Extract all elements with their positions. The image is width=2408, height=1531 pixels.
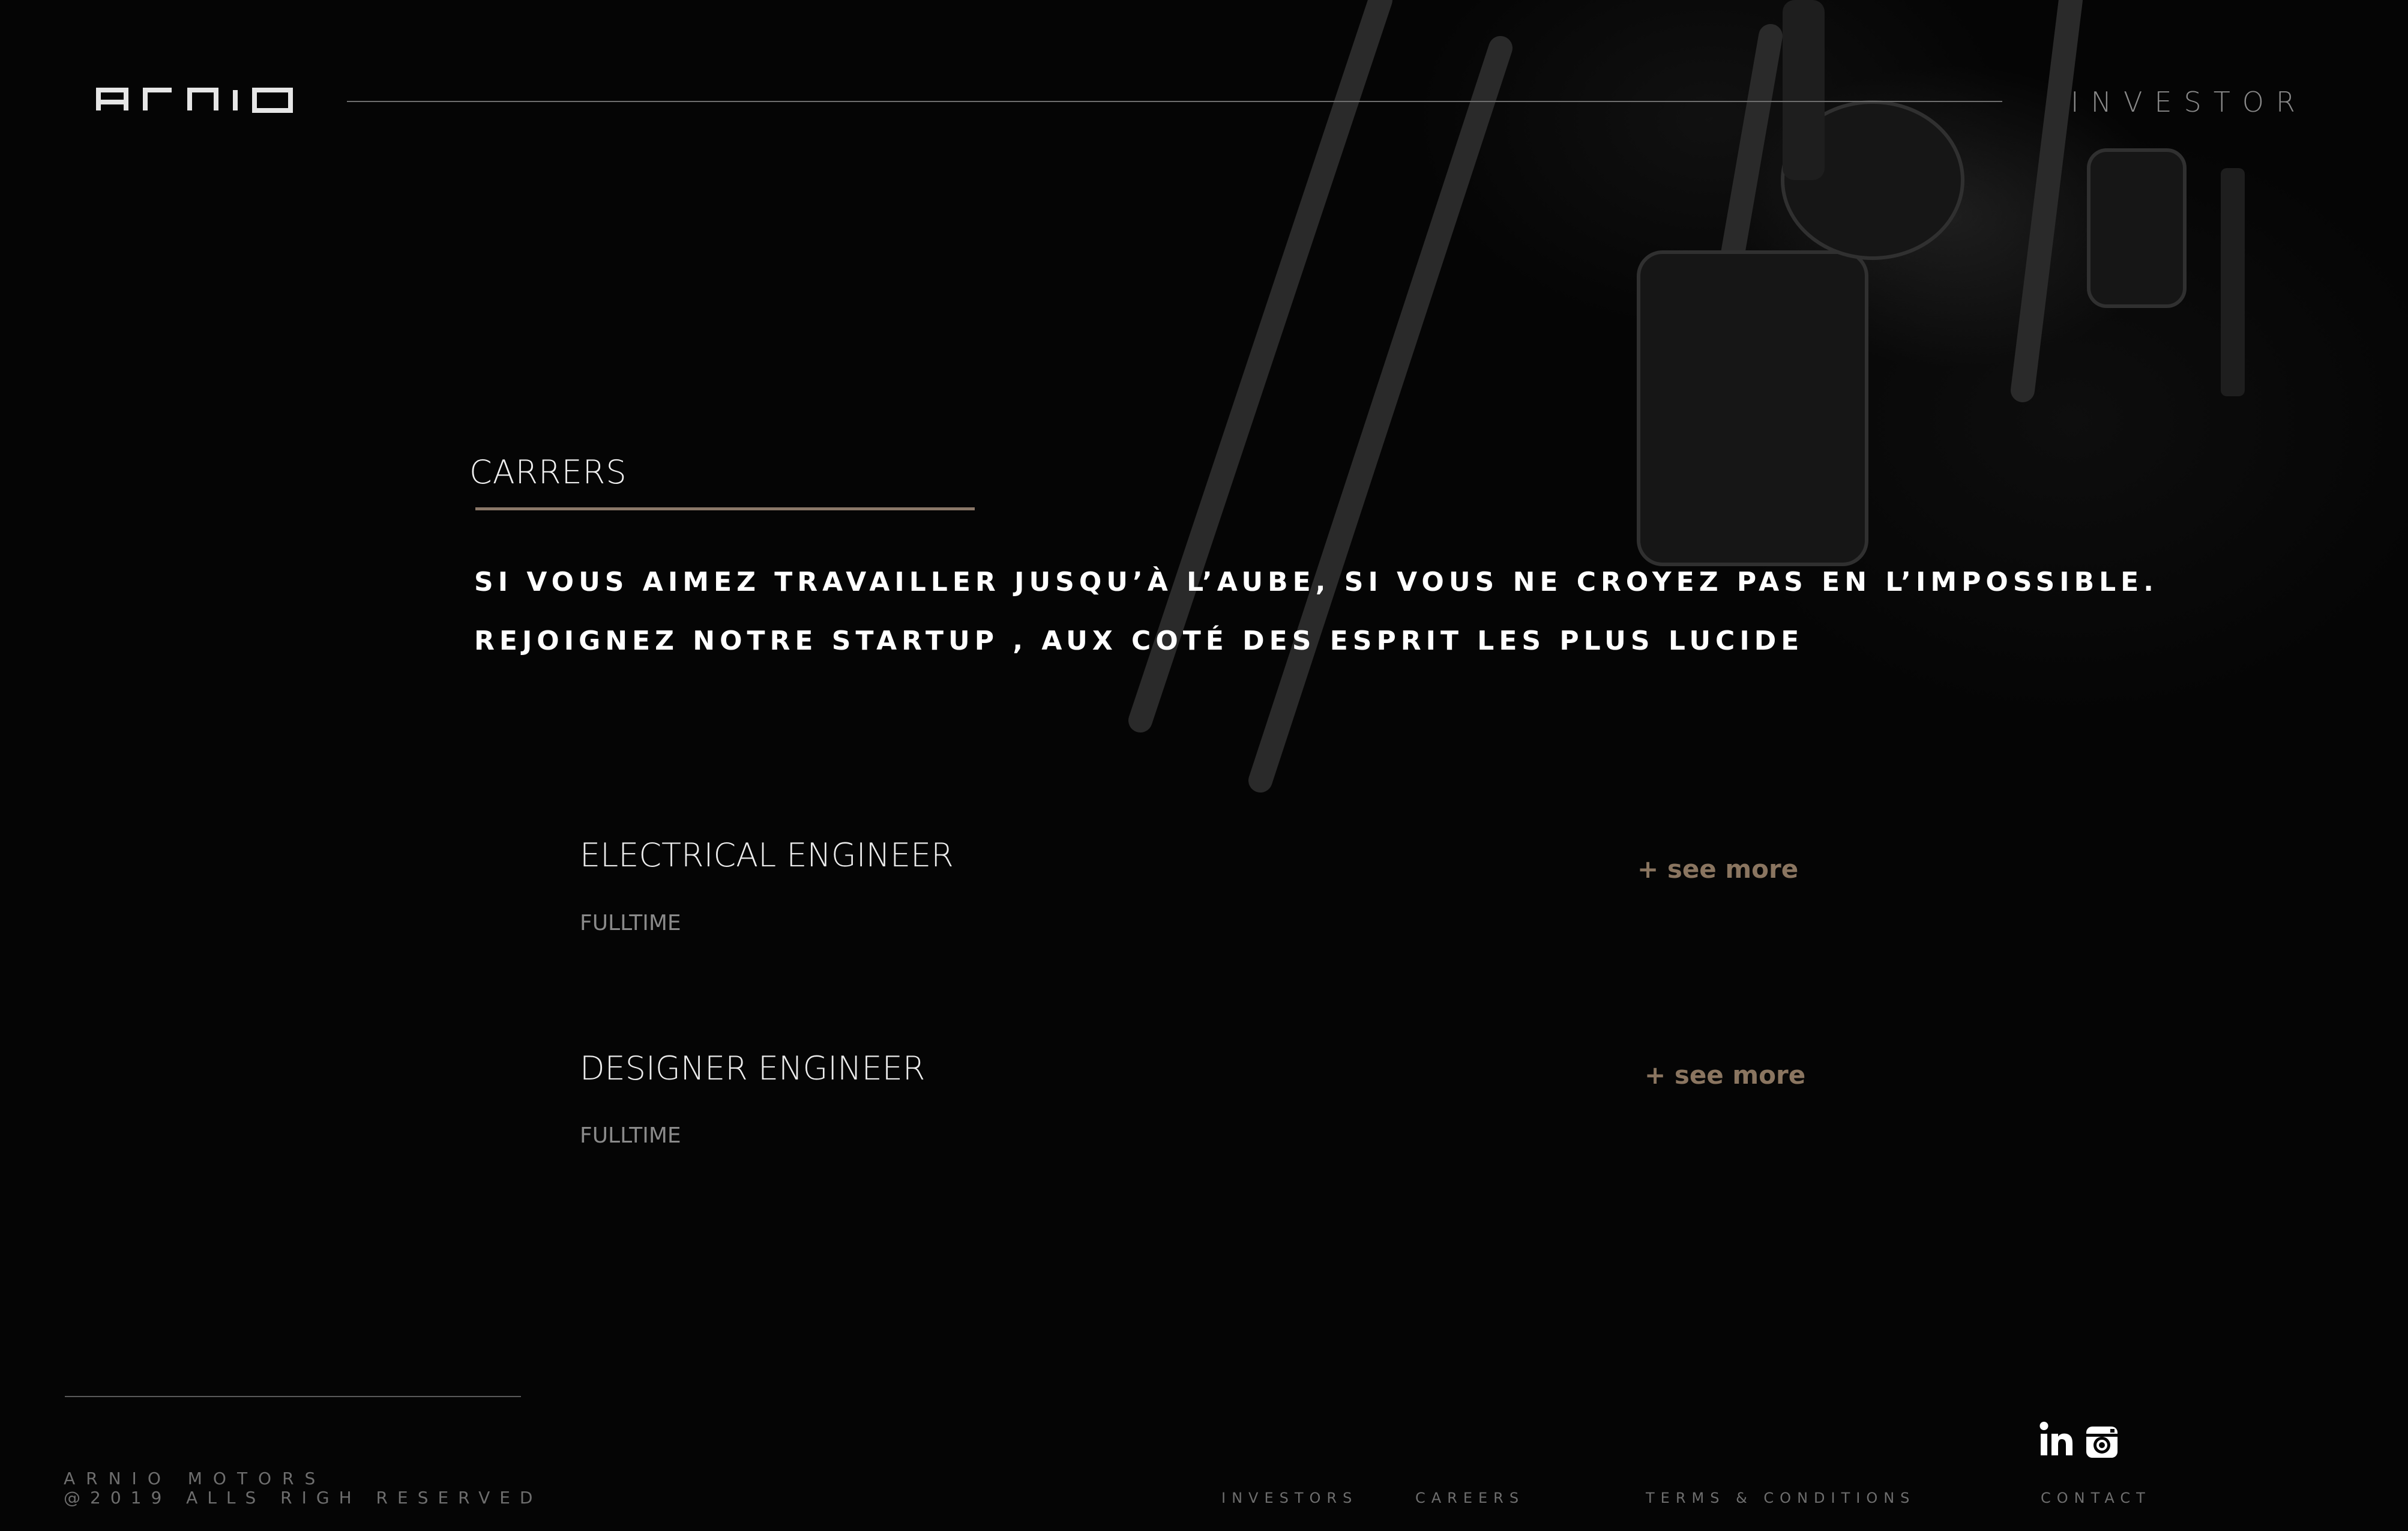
header-divider [347, 101, 2002, 102]
footer-link-careers[interactable]: CAREERS [1415, 1489, 1525, 1507]
footer-link-terms[interactable]: TERMS & CONDITIONS [1646, 1489, 1915, 1507]
arnio-logo[interactable] [96, 84, 294, 114]
intro-text-line-2: REJOIGNEZ NOTRE STARTUP , AUX COTÉ DES E… [474, 626, 1804, 656]
footer-company-name: ARNIO MOTORS [64, 1469, 327, 1488]
job-title: DESIGNER ENGINEER [580, 1049, 926, 1087]
instagram-icon[interactable] [2085, 1425, 2119, 1459]
footer-divider [65, 1396, 521, 1397]
footer-copyright: @2019 ALLS RIGH RESERVED [64, 1488, 543, 1508]
job-type: FULLTIME [580, 1123, 681, 1148]
investor-link[interactable]: INVESTOR [2071, 84, 2307, 120]
intro-text-line-1: SI VOUS AIMEZ TRAVAILLER JUSQU’À L’AUBE,… [474, 567, 2158, 597]
footer-link-contact[interactable]: CONTACT [2041, 1489, 2151, 1507]
job-type: FULLTIME [580, 911, 681, 935]
hero-background-image [930, 0, 2408, 841]
see-more-link[interactable]: + see more [1637, 853, 1798, 886]
page-title: CARRERS [469, 453, 627, 491]
footer-link-investors[interactable]: INVESTORS [1221, 1489, 1358, 1507]
linkedin-icon[interactable] [2039, 1418, 2074, 1458]
title-underline [475, 507, 975, 510]
job-title: ELECTRICAL ENGINEER [580, 836, 954, 874]
see-more-link[interactable]: + see more [1645, 1058, 1805, 1092]
